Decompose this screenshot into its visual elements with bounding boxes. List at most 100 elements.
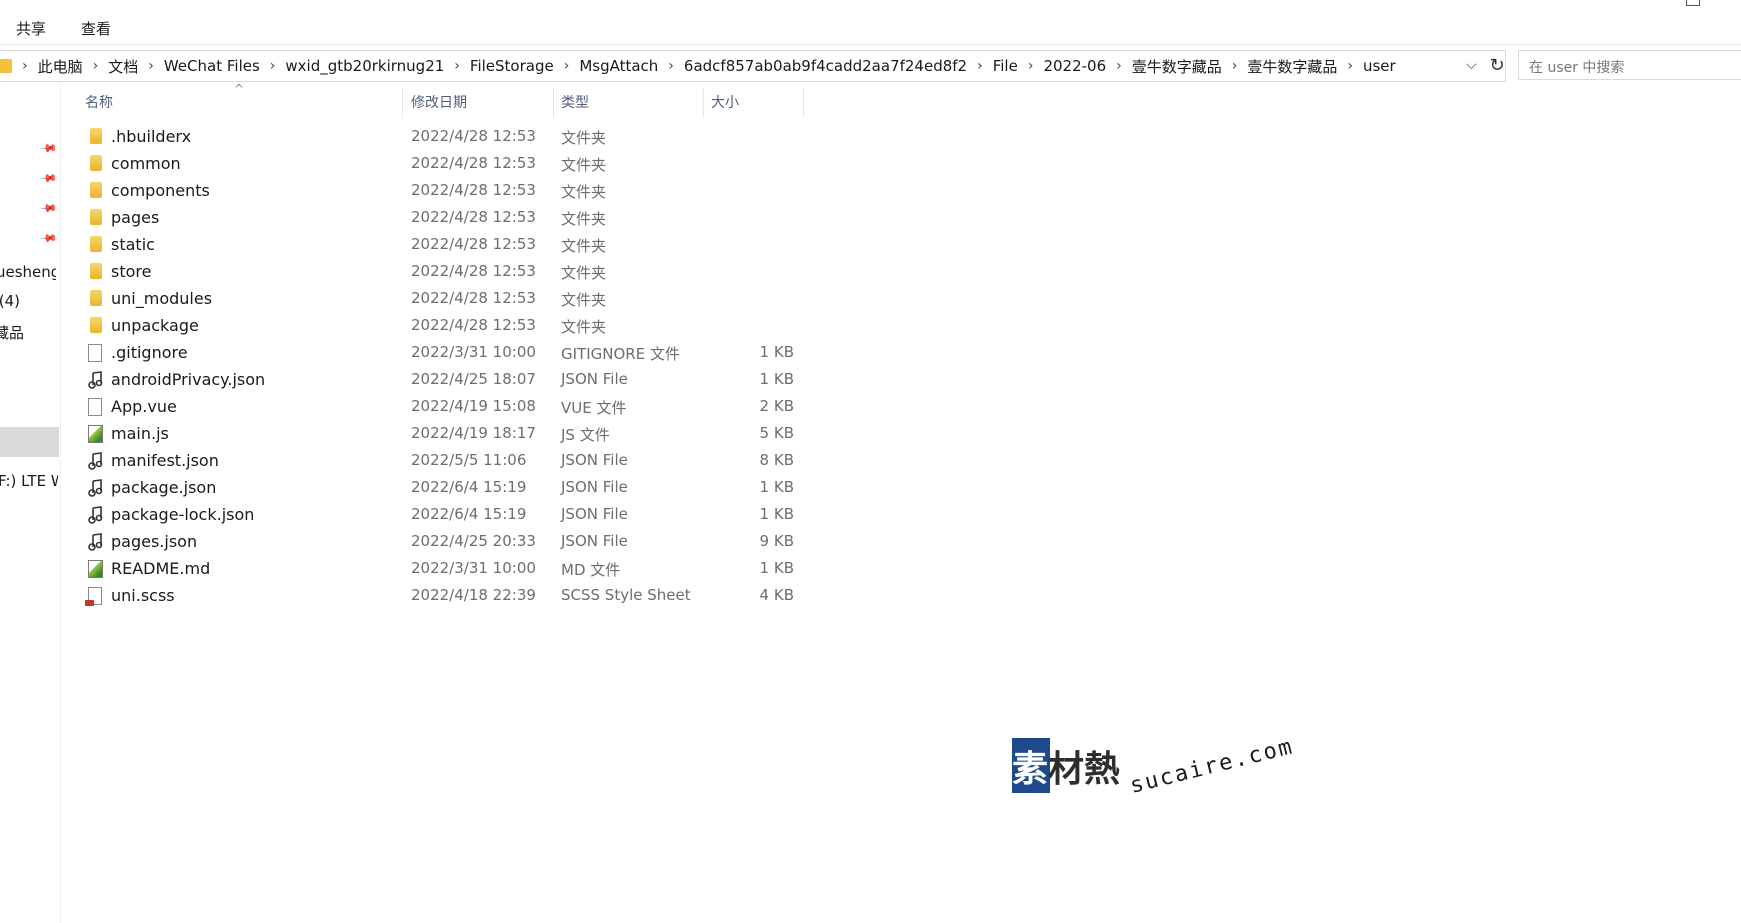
file-row[interactable]: androidPrivacy.json 2022/4/25 18:07 JSON F… bbox=[84, 367, 804, 394]
breadcrumb-separator-icon[interactable]: › bbox=[89, 58, 103, 74]
file-size: 1 KB bbox=[759, 505, 794, 523]
file-date: 2022/4/25 20:33 bbox=[411, 532, 536, 550]
breadcrumb-item[interactable]: wxid_gtb20rkirnug21 bbox=[279, 57, 450, 75]
breadcrumb-item[interactable]: 2022-06 bbox=[1037, 57, 1112, 75]
file-size: 1 KB bbox=[759, 343, 794, 361]
file-row[interactable]: README.md 2022/3/31 10:00 MD 文件 1 KB bbox=[84, 556, 804, 583]
file-row[interactable]: App.vue 2022/4/19 15:08 VUE 文件 2 KB bbox=[84, 394, 804, 421]
column-header-size[interactable]: 大小 bbox=[711, 92, 739, 112]
folder-icon bbox=[90, 209, 102, 225]
nav-item[interactable]: uesheng. bbox=[0, 263, 56, 281]
file-name: package.json bbox=[111, 478, 217, 497]
file-type: JSON File bbox=[561, 370, 628, 388]
address-bar[interactable]: › 此电脑 › 文档 › WeChat Files › wxid_gtb20rkirnug21… bbox=[0, 50, 1506, 82]
json-file-icon bbox=[88, 371, 103, 389]
tab-view[interactable]: 查看 bbox=[81, 18, 111, 39]
file-type: JS 文件 bbox=[561, 426, 610, 444]
js-file-icon bbox=[88, 425, 103, 443]
file-icon bbox=[88, 344, 102, 362]
file-row[interactable]: unpackage 2022/4/28 12:53 文件夹 bbox=[84, 313, 804, 340]
watermark-text: 素材熱 bbox=[1012, 748, 1121, 790]
file-row[interactable]: pages.json 2022/4/25 20:33 JSON File 9 KB bbox=[84, 529, 804, 556]
refresh-icon[interactable]: ↻ bbox=[1482, 50, 1512, 80]
breadcrumb-separator-icon[interactable]: › bbox=[1343, 58, 1357, 74]
file-row[interactable]: .hbuilderx 2022/4/28 12:53 文件夹 bbox=[84, 124, 804, 151]
nav-item-selected[interactable] bbox=[0, 427, 59, 457]
pin-icon[interactable]: 📌 bbox=[39, 229, 58, 248]
file-size: 5 KB bbox=[759, 424, 794, 442]
tab-share[interactable]: 共享 bbox=[16, 18, 46, 39]
nav-item[interactable]: ⁠ (4) bbox=[0, 292, 54, 310]
breadcrumb-item[interactable]: 6adcf857ab0ab9f4cadd2aa7f24ed8f2 bbox=[678, 57, 973, 75]
nav-item[interactable]: 藏品 bbox=[0, 322, 54, 343]
breadcrumb-item[interactable]: 壹牛数字藏品 bbox=[1126, 56, 1228, 77]
file-row[interactable]: package.json 2022/6/4 15:19 JSON File 1 KB bbox=[84, 475, 804, 502]
breadcrumb-item[interactable]: 壹牛数字藏品 bbox=[1241, 56, 1343, 77]
js-file-icon bbox=[88, 560, 103, 578]
breadcrumb-separator-icon[interactable]: › bbox=[450, 58, 464, 74]
json-file-icon bbox=[88, 506, 103, 524]
breadcrumb-separator-icon[interactable]: › bbox=[560, 58, 574, 74]
column-header-type[interactable]: 类型 bbox=[561, 92, 589, 112]
file-name: .hbuilderx bbox=[111, 127, 192, 146]
file-row[interactable]: uni.scss 2022/4/18 22:39 SCSS Style Sheet 4… bbox=[84, 583, 804, 610]
pin-icon[interactable]: 📌 bbox=[39, 169, 58, 188]
breadcrumb-separator-icon[interactable]: › bbox=[144, 58, 158, 74]
breadcrumb-separator-icon[interactable]: › bbox=[1112, 58, 1126, 74]
file-date: 2022/4/19 18:17 bbox=[411, 424, 536, 442]
file-name: components bbox=[111, 181, 210, 200]
folder-icon bbox=[90, 290, 102, 306]
file-row[interactable]: common 2022/4/28 12:53 文件夹 bbox=[84, 151, 804, 178]
breadcrumb-separator-icon[interactable]: › bbox=[664, 58, 678, 74]
column-divider[interactable] bbox=[402, 88, 403, 118]
breadcrumb-separator-icon[interactable]: › bbox=[18, 58, 32, 74]
file-row[interactable]: package-lock.json 2022/6/4 15:19 JSON File… bbox=[84, 502, 804, 529]
file-date: 2022/4/28 12:53 bbox=[411, 316, 536, 334]
file-size: 1 KB bbox=[759, 370, 794, 388]
pin-icon[interactable]: 📌 bbox=[39, 139, 58, 158]
breadcrumb-item[interactable]: WeChat Files bbox=[158, 57, 266, 75]
file-row[interactable]: uni_modules 2022/4/28 12:53 文件夹 bbox=[84, 286, 804, 313]
file-type: MD 文件 bbox=[561, 561, 621, 579]
breadcrumb-item[interactable]: FileStorage bbox=[464, 57, 560, 75]
file-row[interactable]: manifest.json 2022/5/5 11:06 JSON File 8 KB bbox=[84, 448, 804, 475]
file-row[interactable]: pages 2022/4/28 12:53 文件夹 bbox=[84, 205, 804, 232]
file-type: 文件夹 bbox=[561, 237, 607, 255]
address-dropdown-icon[interactable]: ⌵ bbox=[1466, 57, 1477, 73]
file-row[interactable]: components 2022/4/28 12:53 文件夹 bbox=[84, 178, 804, 205]
breadcrumb-separator-icon[interactable]: › bbox=[1024, 58, 1038, 74]
column-divider[interactable] bbox=[803, 88, 804, 118]
column-divider[interactable] bbox=[553, 88, 554, 118]
file-type: 文件夹 bbox=[561, 183, 607, 201]
breadcrumb-item[interactable]: File bbox=[987, 57, 1024, 75]
file-row[interactable]: .gitignore 2022/3/31 10:00 GITIGNORE 文件 1 K… bbox=[84, 340, 804, 367]
breadcrumb-separator-icon[interactable]: › bbox=[266, 58, 280, 74]
file-type: 文件夹 bbox=[561, 129, 607, 147]
file-name: static bbox=[111, 235, 155, 254]
window-restore-icon[interactable] bbox=[1686, 0, 1700, 6]
folder-icon bbox=[90, 128, 102, 144]
breadcrumb-item[interactable]: 文档 bbox=[102, 56, 144, 77]
file-type: GITIGNORE 文件 bbox=[561, 345, 680, 363]
search-input[interactable]: 在 user 中搜索 bbox=[1518, 50, 1741, 80]
column-header-date[interactable]: 修改日期 bbox=[411, 92, 467, 112]
breadcrumb-item[interactable]: 此电脑 bbox=[32, 56, 89, 77]
breadcrumb: › 此电脑 › 文档 › WeChat Files › wxid_gtb20rkirnug21… bbox=[0, 51, 1402, 81]
pin-icon[interactable]: 📌 bbox=[39, 199, 58, 218]
file-row[interactable]: store 2022/4/28 12:53 文件夹 bbox=[84, 259, 804, 286]
file-type: 文件夹 bbox=[561, 210, 607, 228]
breadcrumb-separator-icon[interactable]: › bbox=[973, 58, 987, 74]
breadcrumb-item[interactable]: MsgAttach bbox=[573, 57, 664, 75]
file-name: App.vue bbox=[111, 397, 177, 416]
breadcrumb-item[interactable]: user bbox=[1357, 57, 1402, 75]
nav-item[interactable]: F:) LTE W bbox=[0, 472, 58, 490]
file-date: 2022/5/5 11:06 bbox=[411, 451, 527, 469]
file-type: JSON File bbox=[561, 532, 628, 550]
folder-icon bbox=[90, 236, 102, 252]
column-header-name[interactable]: 名称 bbox=[85, 92, 113, 112]
file-row[interactable]: static 2022/4/28 12:53 文件夹 bbox=[84, 232, 804, 259]
breadcrumb-separator-icon[interactable]: › bbox=[1228, 58, 1242, 74]
column-divider[interactable] bbox=[703, 88, 704, 118]
file-date: 2022/6/4 15:19 bbox=[411, 505, 527, 523]
file-row[interactable]: main.js 2022/4/19 18:17 JS 文件 5 KB bbox=[84, 421, 804, 448]
